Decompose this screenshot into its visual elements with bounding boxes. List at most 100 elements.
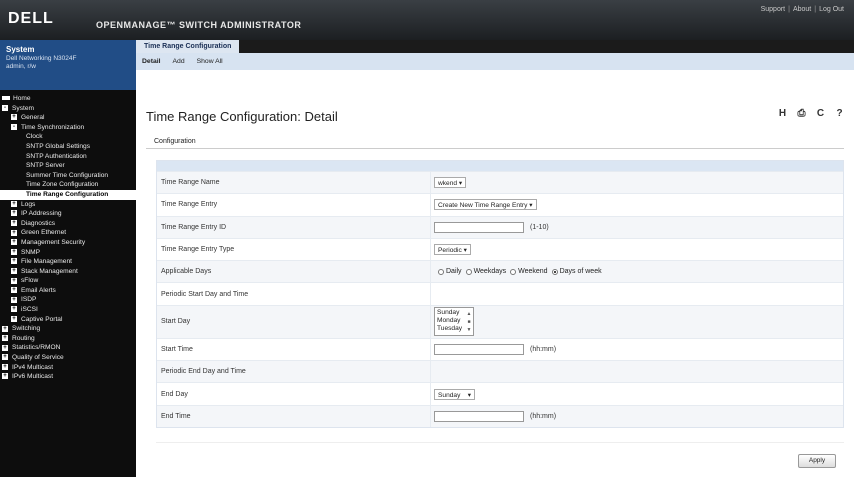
sidebar-item[interactable]: Clock bbox=[0, 132, 136, 142]
sidebar-item-label: iSCSI bbox=[21, 306, 38, 314]
sidebar-item[interactable]: + Routing bbox=[0, 334, 136, 344]
expand-icon[interactable]: + bbox=[11, 267, 17, 274]
sidebar-item[interactable]: + Quality of Service bbox=[0, 353, 136, 363]
expand-icon[interactable]: + bbox=[2, 373, 8, 380]
section-label: Configuration bbox=[154, 138, 196, 145]
start-day-listbox[interactable]: Sunday Monday Tuesday ▲ ■ ▼ bbox=[434, 307, 474, 337]
expand-icon[interactable]: + bbox=[11, 200, 17, 207]
sidebar-item[interactable]: + IPv6 Multicast bbox=[0, 372, 136, 382]
tab-time-range-configuration[interactable]: Time Range Configuration bbox=[136, 40, 240, 53]
field-label: End Day bbox=[161, 390, 188, 398]
end-time-input[interactable] bbox=[434, 410, 524, 422]
sidebar-item[interactable]: Summer Time Configuration bbox=[0, 171, 136, 181]
subnav-add[interactable]: Add bbox=[173, 58, 185, 65]
start-time-input[interactable] bbox=[434, 343, 524, 355]
form-row: Time Range Entry Create New Time Range E… bbox=[157, 193, 843, 216]
scrollbar[interactable]: ▲ ■ ▼ bbox=[466, 310, 472, 334]
expand-icon[interactable]: + bbox=[2, 344, 8, 351]
radio-weekdays[interactable] bbox=[465, 268, 472, 275]
top-links: Support | About | Log Out bbox=[760, 6, 844, 13]
sidebar-item-label: Switching bbox=[12, 325, 41, 333]
sidebar-item[interactable]: + Captive Portal bbox=[0, 315, 136, 325]
sidebar-item[interactable]: + IP Addressing bbox=[0, 209, 136, 219]
end-day-select[interactable]: Sunday ▾ bbox=[434, 388, 476, 400]
radio-daily[interactable] bbox=[438, 268, 444, 275]
expand-icon[interactable]: + bbox=[2, 363, 8, 370]
field-label: Start Day bbox=[161, 318, 191, 326]
expand-icon[interactable]: + bbox=[11, 219, 17, 226]
radio-weekend[interactable] bbox=[510, 268, 517, 275]
expand-icon[interactable]: + bbox=[11, 306, 17, 313]
page-tools: H ⎙ C ? bbox=[776, 107, 846, 120]
page-title: Time Range Configuration: Detail bbox=[146, 109, 338, 124]
collapse-icon[interactable]: - bbox=[11, 124, 17, 131]
subnav-show-all[interactable]: Show All bbox=[197, 58, 223, 65]
about-link[interactable]: About bbox=[793, 6, 811, 13]
sidebar-item[interactable]: + Logs bbox=[0, 200, 136, 210]
expand-icon[interactable]: + bbox=[2, 335, 8, 342]
radio-days-of-week[interactable] bbox=[551, 268, 558, 275]
sidebar-item[interactable]: + Email Alerts bbox=[0, 286, 136, 296]
form-row: Time Range Entry Type Periodic ▾ bbox=[157, 237, 843, 261]
sidebar-item[interactable]: - System bbox=[0, 104, 136, 114]
expand-icon[interactable]: + bbox=[11, 315, 17, 322]
help-icon[interactable]: H bbox=[776, 107, 789, 120]
field-label: Time Range Entry bbox=[161, 201, 218, 209]
field-label: End Time bbox=[161, 412, 191, 420]
print-icon[interactable]: ⎙ bbox=[795, 107, 808, 120]
sidebar-item[interactable]: SNTP Global Settings bbox=[0, 142, 136, 152]
sidebar-item[interactable]: SNTP Server bbox=[0, 161, 136, 171]
form-row: Time Range Entry ID (1-10) bbox=[157, 215, 843, 238]
sidebar-item-label: IP Addressing bbox=[21, 210, 62, 218]
subnav-detail[interactable]: Detail bbox=[142, 58, 161, 65]
user-info: admin, r/w bbox=[6, 63, 36, 70]
expand-icon[interactable]: + bbox=[11, 258, 17, 265]
expand-icon[interactable]: + bbox=[11, 248, 17, 255]
sidebar-item[interactable]: Time Zone Configuration bbox=[0, 180, 136, 190]
expand-icon[interactable]: + bbox=[11, 287, 17, 294]
expand-icon[interactable]: + bbox=[11, 296, 17, 303]
sidebar-item[interactable]: Time Range Configuration bbox=[0, 189, 136, 200]
time-range-entry-select[interactable]: Create New Time Range Entry ▾ bbox=[434, 199, 537, 211]
expand-icon[interactable]: + bbox=[2, 354, 8, 361]
sidebar-item[interactable]: - Time Synchronization bbox=[0, 123, 136, 133]
sidebar-item[interactable]: + iSCSI bbox=[0, 305, 136, 315]
entry-type-select[interactable]: Periodic ▾ bbox=[434, 244, 471, 256]
sidebar-item[interactable]: + Stack Management bbox=[0, 267, 136, 277]
sidebar-item[interactable]: + Statistics/RMON bbox=[0, 343, 136, 353]
sidebar-item[interactable]: + sFlow bbox=[0, 276, 136, 286]
sidebar-item[interactable]: + Management Security bbox=[0, 238, 136, 248]
sidebar-item[interactable]: + Green Ethernet bbox=[0, 228, 136, 238]
sidebar-item[interactable]: + SNMP bbox=[0, 248, 136, 258]
sidebar-item[interactable]: + Switching bbox=[0, 324, 136, 334]
apply-button[interactable]: Apply bbox=[798, 454, 836, 468]
sidebar-item[interactable]: Home bbox=[0, 94, 136, 104]
logout-link[interactable]: Log Out bbox=[819, 6, 844, 13]
question-icon[interactable]: ? bbox=[833, 107, 846, 120]
expand-icon[interactable]: + bbox=[2, 325, 8, 332]
sidebar-item-label: Summer Time Configuration bbox=[26, 171, 109, 179]
sidebar-item[interactable]: + File Management bbox=[0, 257, 136, 267]
sidebar-item[interactable]: + Diagnostics bbox=[0, 219, 136, 229]
refresh-icon[interactable]: C bbox=[814, 107, 827, 120]
sidebar-item-label: Green Ethernet bbox=[21, 229, 67, 237]
sidebar-item-label: Quality of Service bbox=[12, 354, 64, 362]
expand-icon[interactable]: + bbox=[11, 229, 17, 236]
collapse-icon[interactable]: - bbox=[2, 104, 8, 111]
expand-icon[interactable]: + bbox=[11, 210, 17, 217]
expand-icon[interactable]: + bbox=[11, 114, 17, 121]
sidebar-item[interactable]: SNTP Authentication bbox=[0, 152, 136, 162]
time-range-name-select[interactable]: wkend ▾ bbox=[434, 177, 467, 189]
entry-id-input[interactable] bbox=[434, 221, 524, 233]
sidebar-item[interactable]: + ISDP bbox=[0, 295, 136, 305]
form-header bbox=[157, 161, 843, 171]
sidebar-item-label: Statistics/RMON bbox=[12, 344, 61, 352]
sidebar-item-label: Management Security bbox=[21, 238, 86, 246]
sidebar-item[interactable]: + General bbox=[0, 113, 136, 123]
field-label: Start Time bbox=[161, 345, 193, 353]
expand-icon[interactable]: + bbox=[11, 239, 17, 246]
sidebar-item[interactable]: + IPv4 Multicast bbox=[0, 363, 136, 373]
support-link[interactable]: Support bbox=[761, 6, 786, 13]
expand-icon[interactable]: + bbox=[11, 277, 17, 284]
field-label: Time Range Entry Type bbox=[161, 246, 235, 254]
